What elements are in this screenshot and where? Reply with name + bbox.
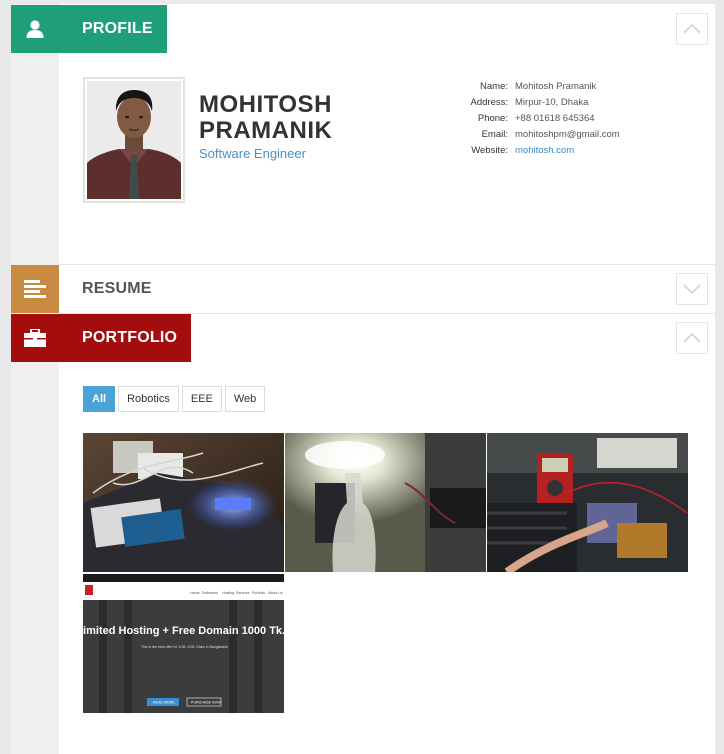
arduino-lcd-project-image	[83, 433, 284, 572]
profile-toggle-button[interactable]	[676, 13, 708, 45]
profile-job-title: Software Engineer	[199, 146, 306, 161]
website-subline: This is the best offer for 1GB, 2GB, Dis…	[141, 645, 228, 649]
profile-section-header[interactable]: PROFILE	[11, 5, 167, 53]
chevron-up-icon	[683, 332, 701, 343]
resume-toggle-button[interactable]	[676, 273, 708, 305]
resume-card: PROFILE MOHITOSH PRAMANIK Software Engin…	[11, 4, 715, 754]
portfolio-item-hosting-website[interactable]: Home Softwares Hosting Services Portfoli…	[83, 574, 284, 713]
portfolio-section-header[interactable]: PORTFOLIO	[11, 314, 191, 362]
filter-web-button[interactable]: Web	[224, 386, 266, 412]
left-rail	[11, 4, 59, 754]
user-icon	[11, 5, 59, 53]
chevron-down-icon	[683, 284, 701, 295]
filter-all-button[interactable]: All	[83, 386, 116, 412]
resume-title: RESUME	[82, 280, 152, 297]
hosting-website-image: Home Softwares Hosting Services Portfoli…	[83, 574, 284, 713]
portfolio-filters: All Robotics EEE Web	[83, 386, 266, 412]
website-nav-softwares: Softwares	[202, 591, 218, 595]
website-read-more: READ MORE	[153, 701, 175, 705]
website-nav-about: About Us	[268, 591, 283, 595]
website-link[interactable]: mohitosh.com	[515, 145, 574, 161]
website-nav-portfolio: Portfolio	[252, 591, 265, 595]
portfolio-item-multimeter[interactable]	[487, 433, 688, 572]
detail-row-phone: Phone: +88 01618 645364	[477, 113, 595, 124]
portfolio-item-arduino[interactable]	[83, 433, 284, 572]
detail-row-email: Email: mohitoshpm@gmail.com	[481, 129, 620, 140]
website-purchase-now: PURCHASE NOW	[191, 701, 221, 705]
profile-details: Name: Mohitosh Pramanik Address: Mirpur-…	[441, 81, 620, 161]
portfolio-toggle-button[interactable]	[676, 322, 708, 354]
detail-row-website: Website: mohitosh.com	[441, 145, 620, 161]
website-nav-services: Services	[236, 591, 250, 595]
filter-robotics-button[interactable]: Robotics	[118, 386, 179, 412]
filter-eee-button[interactable]: EEE	[181, 386, 222, 412]
person-portrait-image	[87, 81, 181, 199]
chevron-up-icon	[683, 23, 701, 34]
portfolio-item-fan[interactable]	[285, 433, 486, 572]
detail-row-address: Address: Mirpur-10, Dhaka	[470, 97, 589, 108]
profile-name: MOHITOSH PRAMANIK	[199, 91, 333, 144]
resume-section-header[interactable]: RESUME	[11, 265, 211, 313]
portfolio-title: PORTFOLIO	[82, 329, 178, 346]
profile-photo	[83, 77, 185, 203]
briefcase-icon	[11, 314, 59, 362]
website-nav-home: Home	[190, 591, 200, 595]
list-icon	[11, 265, 59, 313]
multimeter-circuit-project-image	[487, 433, 688, 572]
fan-bottle-project-image	[285, 433, 486, 572]
website-nav-hosting: Hosting	[222, 591, 234, 595]
detail-row-name: Name: Mohitosh Pramanik	[480, 81, 597, 92]
website-headline: limited Hosting + Free Domain 1000 Tk./y…	[83, 625, 284, 637]
profile-title: PROFILE	[82, 20, 153, 37]
